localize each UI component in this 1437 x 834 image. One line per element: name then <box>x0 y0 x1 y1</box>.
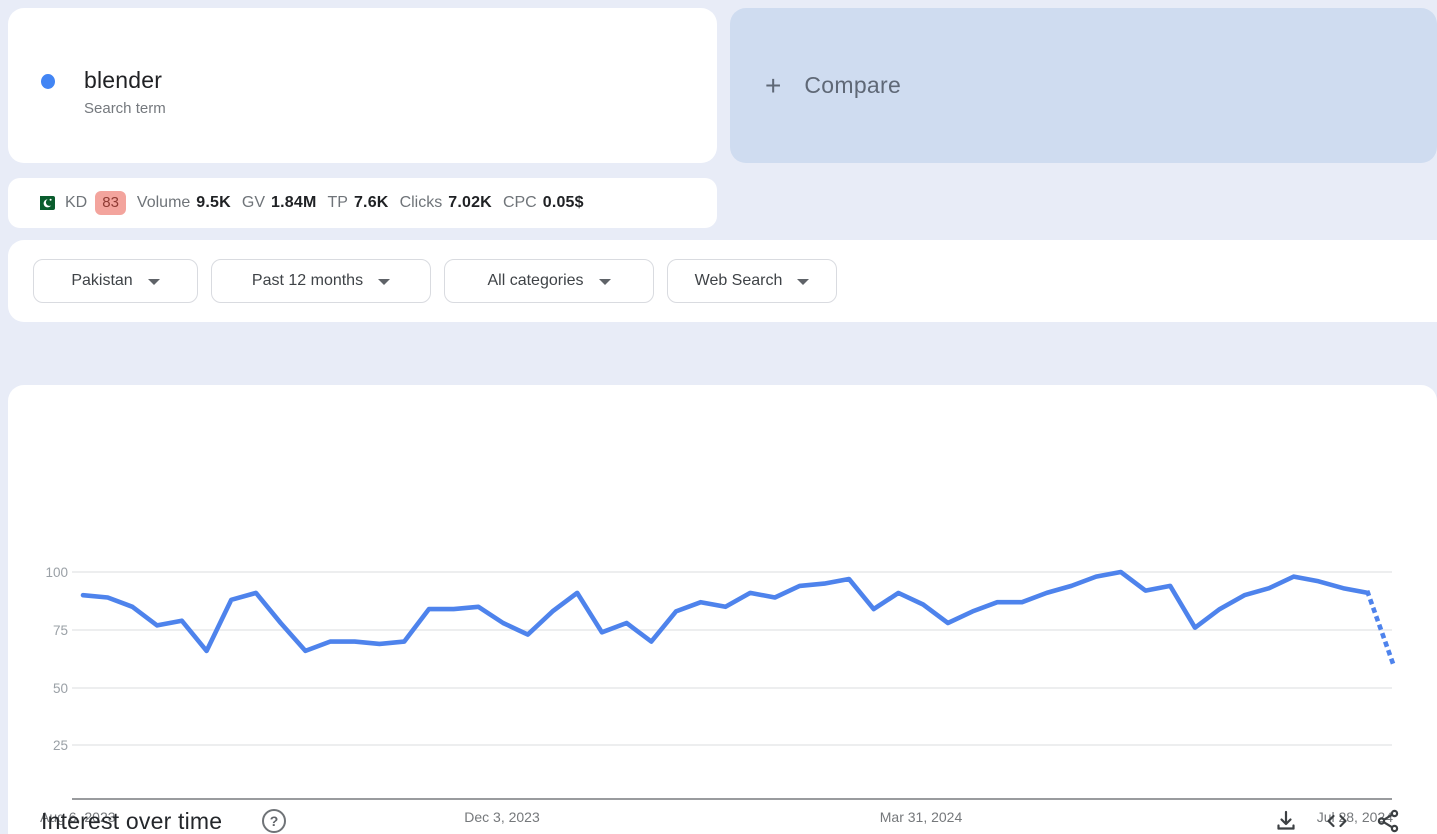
search-type-filter-dropdown[interactable]: Web Search <box>667 259 837 303</box>
kd-score-badge: 83 <box>95 191 126 215</box>
stat-value: 7.02K <box>448 194 492 211</box>
embed-icon <box>1327 814 1347 828</box>
chevron-down-icon <box>797 279 810 285</box>
compare-label: Compare <box>804 72 902 98</box>
trend-line <box>80 569 1371 654</box>
embed-button[interactable] <box>1324 808 1350 834</box>
interest-over-time-card: 100 75 50 25 Aug 6, 2023 Dec 3, 2023 Mar… <box>8 385 1437 834</box>
stat-label: Volume <box>136 194 191 211</box>
plus-icon: + <box>765 69 782 101</box>
geo-filter-label: Pakistan <box>71 272 133 289</box>
stat-value: 7.6K <box>353 194 389 211</box>
time-filter-label: Past 12 months <box>251 272 364 289</box>
download-button[interactable] <box>1273 808 1299 834</box>
add-comparison-button[interactable]: + Compare <box>730 8 1437 163</box>
y-axis-tick: 50 <box>53 681 68 696</box>
page-title: Interest over time <box>41 808 223 834</box>
volume-stat: Volume 9.5K <box>137 194 231 212</box>
trend-line-partial-dotted <box>1364 589 1396 666</box>
chevron-down-icon <box>378 279 391 285</box>
tp-stat: TP 7.6K <box>328 194 389 212</box>
stat-value: 1.84M <box>271 194 317 211</box>
time-filter-dropdown[interactable]: Past 12 months <box>211 259 431 303</box>
kd-label: KD <box>65 194 88 211</box>
y-axis-tick: 25 <box>53 738 68 753</box>
y-axis-tick: 75 <box>53 623 68 638</box>
x-axis-tick: Dec 3, 2023 <box>464 809 540 825</box>
stat-label: TP <box>327 194 348 211</box>
keyword-metrics-bar: KD 83 Volume 9.5K GV 1.84M TP 7.6K Clicks 7.… <box>8 178 717 228</box>
share-button[interactable] <box>1375 808 1401 834</box>
geo-filter-dropdown[interactable]: Pakistan <box>33 259 198 303</box>
filter-bar: Pakistan Past 12 months All categories W… <box>8 240 1437 322</box>
stat-value: 0.05$ <box>542 194 584 211</box>
share-icon <box>1377 809 1399 833</box>
chart-actions <box>1273 808 1401 834</box>
pakistan-flag-icon <box>35 196 55 210</box>
x-axis-tick: Mar 31, 2024 <box>880 809 963 825</box>
help-icon[interactable]: ? <box>262 809 286 833</box>
trend-chart: 100 75 50 25 Aug 6, 2023 Dec 3, 2023 Mar… <box>40 565 1396 825</box>
stat-label: Clicks <box>399 194 443 211</box>
y-axis-tick: 100 <box>45 565 68 580</box>
download-icon <box>1277 810 1295 830</box>
chevron-down-icon <box>147 279 160 285</box>
gv-stat: GV 1.84M <box>242 194 317 212</box>
clicks-stat: Clicks 7.02K <box>400 194 492 212</box>
series-color-dot-icon <box>41 74 55 89</box>
search-term-subtitle: Search term <box>84 100 166 117</box>
search-term-title: blender <box>84 67 163 93</box>
category-filter-dropdown[interactable]: All categories <box>444 259 654 303</box>
cpc-stat: CPC 0.05$ <box>503 194 584 212</box>
stat-label: GV <box>241 194 266 211</box>
chevron-down-icon <box>598 279 611 285</box>
stat-label: CPC <box>502 194 537 211</box>
search-term-card[interactable]: blender Search term <box>8 8 717 163</box>
stat-value: 9.5K <box>196 194 231 211</box>
search-type-filter-label: Web Search <box>694 272 783 289</box>
category-filter-label: All categories <box>487 272 584 289</box>
